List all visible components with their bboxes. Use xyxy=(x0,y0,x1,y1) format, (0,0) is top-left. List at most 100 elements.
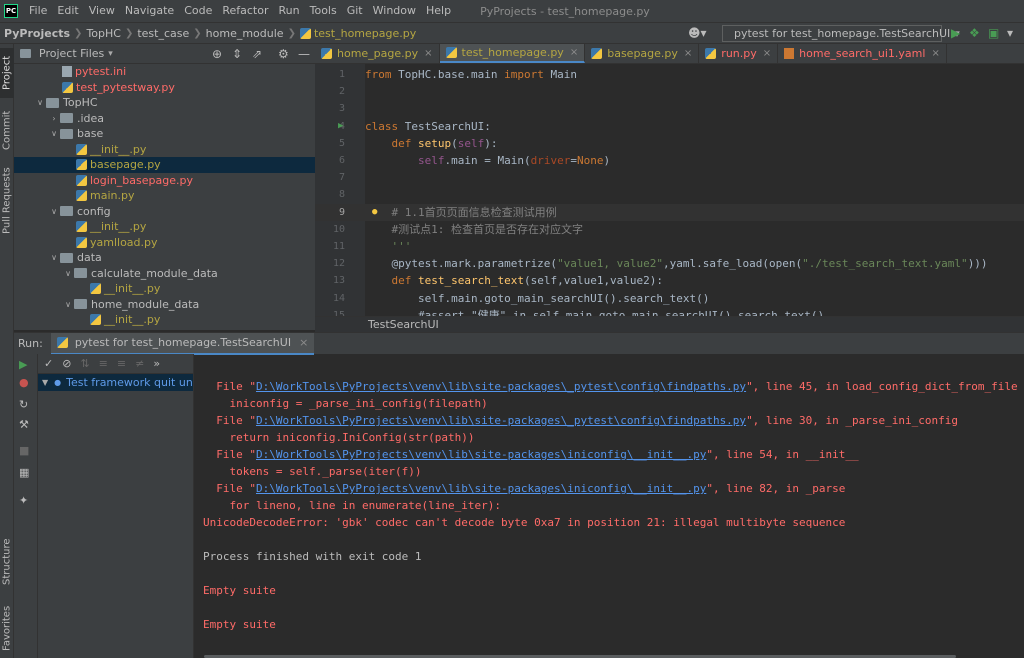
tree-item[interactable]: ∨ base xyxy=(14,126,315,142)
more-icon[interactable]: ▾ xyxy=(1007,26,1013,40)
more-icon[interactable]: » xyxy=(153,357,160,370)
menu-item[interactable]: Help xyxy=(421,0,456,22)
breadcrumb-item[interactable]: home_module xyxy=(202,27,288,40)
menu-item[interactable]: File xyxy=(24,0,52,22)
sort-alpha-icon[interactable]: ⇅ xyxy=(80,357,89,370)
test-item[interactable]: ▼ ● Test framework quit unexpectedly xyxy=(38,374,193,391)
show-ignored-icon[interactable]: ⊘ xyxy=(62,357,71,370)
tree-item[interactable]: login_basepage.py xyxy=(14,173,315,189)
commit-tool-tab[interactable]: Commit xyxy=(0,106,14,154)
chevron-down-icon[interactable]: ∨ xyxy=(62,269,74,278)
chevron-down-icon[interactable]: ∨ xyxy=(34,98,46,107)
file-link[interactable]: D:\WorkTools\PyProjects\venv\lib\site-pa… xyxy=(256,414,746,427)
collapse-icon[interactable]: ⇗ xyxy=(252,47,262,61)
editor-tab[interactable]: home_search_ui1.yaml × xyxy=(778,44,947,63)
tree-item-label: calculate_module_data xyxy=(91,266,218,280)
menu-item[interactable]: Navigate xyxy=(120,0,179,22)
close-icon[interactable]: × xyxy=(424,48,432,59)
tree-item[interactable]: › .idea xyxy=(14,111,315,127)
editor-tab[interactable]: basepage.py × xyxy=(585,44,700,63)
close-icon[interactable]: × xyxy=(570,47,578,58)
debug-icon[interactable]: ❖ xyxy=(969,26,980,40)
rerun-icon[interactable]: ▶ xyxy=(19,358,27,371)
pin-icon[interactable]: ✦ xyxy=(19,494,28,507)
run-tab[interactable]: pytest for test_homepage.TestSearchUI × xyxy=(50,332,315,355)
code-editor[interactable]: 1 from TopHC.base.main import Main 2 3 4 ▶ cla… xyxy=(315,64,1024,316)
favorites-tool-tab[interactable]: Favorites xyxy=(0,600,14,656)
tree-item[interactable]: yamlload.py xyxy=(14,235,315,251)
tree-item[interactable]: __init__.py xyxy=(14,219,315,235)
run-config-select[interactable]: pytest for test_homepage.TestSearchUI ▾ xyxy=(722,25,960,42)
editor-tab[interactable]: run.py × xyxy=(699,44,779,63)
chevron-down-icon[interactable]: ∨ xyxy=(48,207,60,216)
menu-bar: PC File Edit View Navigate Code Refactor Run To… xyxy=(0,0,1024,22)
console-line: tokens = self._parse(iter(f)) xyxy=(203,463,421,480)
run-icon[interactable]: ▶ xyxy=(951,26,960,40)
console-text: return iniconfig.IniConfig(str(path)) xyxy=(203,431,475,444)
menu-item[interactable]: Edit xyxy=(52,0,83,22)
editor-tab[interactable]: home_page.py × xyxy=(315,44,440,63)
console-output[interactable]: File "D:\WorkTools\PyProjects\venv\lib\s… xyxy=(194,374,1024,658)
breadcrumb-item[interactable]: TopHC xyxy=(82,27,125,40)
structure-tool-tab[interactable]: Structure xyxy=(0,534,14,590)
hide-icon[interactable]: — xyxy=(298,47,310,61)
left-tool-strip: Project Commit Pull Requests Structure F… xyxy=(0,44,14,658)
menu-item[interactable]: Git xyxy=(342,0,368,22)
gear-icon[interactable]: ⚙ xyxy=(278,47,289,61)
breadcrumb-item[interactable]: test_homepage.py xyxy=(314,27,420,40)
tree-item[interactable]: ∨ TopHC xyxy=(14,95,315,111)
menu-item[interactable]: Tools xyxy=(305,0,342,22)
tree-item[interactable]: ∨ home_module_data xyxy=(14,297,315,313)
show-passed-icon[interactable]: ✓ xyxy=(44,357,53,370)
tree-item[interactable]: ∨ calculate_module_data xyxy=(14,266,315,282)
wrench-icon[interactable]: ⚒ xyxy=(19,418,29,431)
layout-icon[interactable]: ▦ xyxy=(19,466,29,479)
folder-icon xyxy=(60,252,73,263)
menu-item[interactable]: View xyxy=(84,0,120,22)
menu-item[interactable]: Refactor xyxy=(217,0,273,22)
menu-item[interactable]: Window xyxy=(368,0,421,22)
tree-item[interactable]: basepage.py xyxy=(14,157,315,173)
expand-all-icon[interactable]: ≡ xyxy=(117,357,126,370)
breadcrumb-item[interactable]: test_case xyxy=(133,27,193,40)
expand-icon[interactable]: ⇕ xyxy=(232,47,242,61)
console-text: iniconfig = _parse_ini_config(filepath) xyxy=(203,397,488,410)
close-icon[interactable]: × xyxy=(931,48,939,59)
chevron-right-icon[interactable]: › xyxy=(48,114,60,123)
file-link[interactable]: D:\WorkTools\PyProjects\venv\lib\site-pa… xyxy=(256,380,746,393)
locate-icon[interactable]: ⊕ xyxy=(212,47,222,61)
rerun-failed-icon[interactable]: ● xyxy=(19,376,29,389)
close-icon[interactable]: × xyxy=(684,48,692,59)
collapse-all-icon[interactable]: ≠ xyxy=(135,357,144,370)
user-icon[interactable]: ☻▾ xyxy=(688,26,707,40)
tree-item[interactable]: ∨ config xyxy=(14,204,315,220)
chevron-down-icon[interactable]: ∨ xyxy=(62,300,74,309)
project-panel-title[interactable]: Project Files xyxy=(39,47,104,60)
editor-tab[interactable]: test_homepage.py × xyxy=(439,44,586,63)
close-icon[interactable]: × xyxy=(763,48,771,59)
breadcrumb-item[interactable]: PyProjects xyxy=(0,27,74,40)
menu-item[interactable]: Run xyxy=(274,0,305,22)
tree-item[interactable]: test_pytestway.py xyxy=(14,80,315,96)
tree-item[interactable]: __init__.py xyxy=(14,142,315,158)
console-text: Empty suite xyxy=(203,618,276,631)
close-icon[interactable]: × xyxy=(299,336,308,349)
tree-item[interactable]: __init__.py xyxy=(14,312,315,328)
file-link[interactable]: D:\WorkTools\PyProjects\venv\lib\site-pa… xyxy=(256,448,706,461)
tree-item[interactable]: ∨ data xyxy=(14,250,315,266)
pull-requests-tool-tab[interactable]: Pull Requests xyxy=(0,164,14,238)
chevron-down-icon[interactable]: ∨ xyxy=(48,129,60,138)
chevron-down-icon[interactable]: ∨ xyxy=(48,253,60,262)
chevron-down-icon[interactable]: ▾ xyxy=(108,49,113,59)
menu-item[interactable]: Code xyxy=(179,0,217,22)
editor-breadcrumb[interactable]: TestSearchUI xyxy=(315,316,1024,332)
sort-duration-icon[interactable]: ≡ xyxy=(99,357,108,370)
tree-item[interactable]: main.py xyxy=(14,188,315,204)
run-gutter-icon[interactable]: ▶ xyxy=(338,118,343,135)
project-tool-tab[interactable]: Project xyxy=(0,48,14,98)
toggle-autotest-icon[interactable]: ↻ xyxy=(19,398,28,411)
tree-item[interactable]: __init__.py xyxy=(14,281,315,297)
tree-item[interactable]: pytest.ini xyxy=(14,64,315,80)
coverage-icon[interactable]: ▣ xyxy=(988,26,999,40)
file-link[interactable]: D:\WorkTools\PyProjects\venv\lib\site-pa… xyxy=(256,482,706,495)
